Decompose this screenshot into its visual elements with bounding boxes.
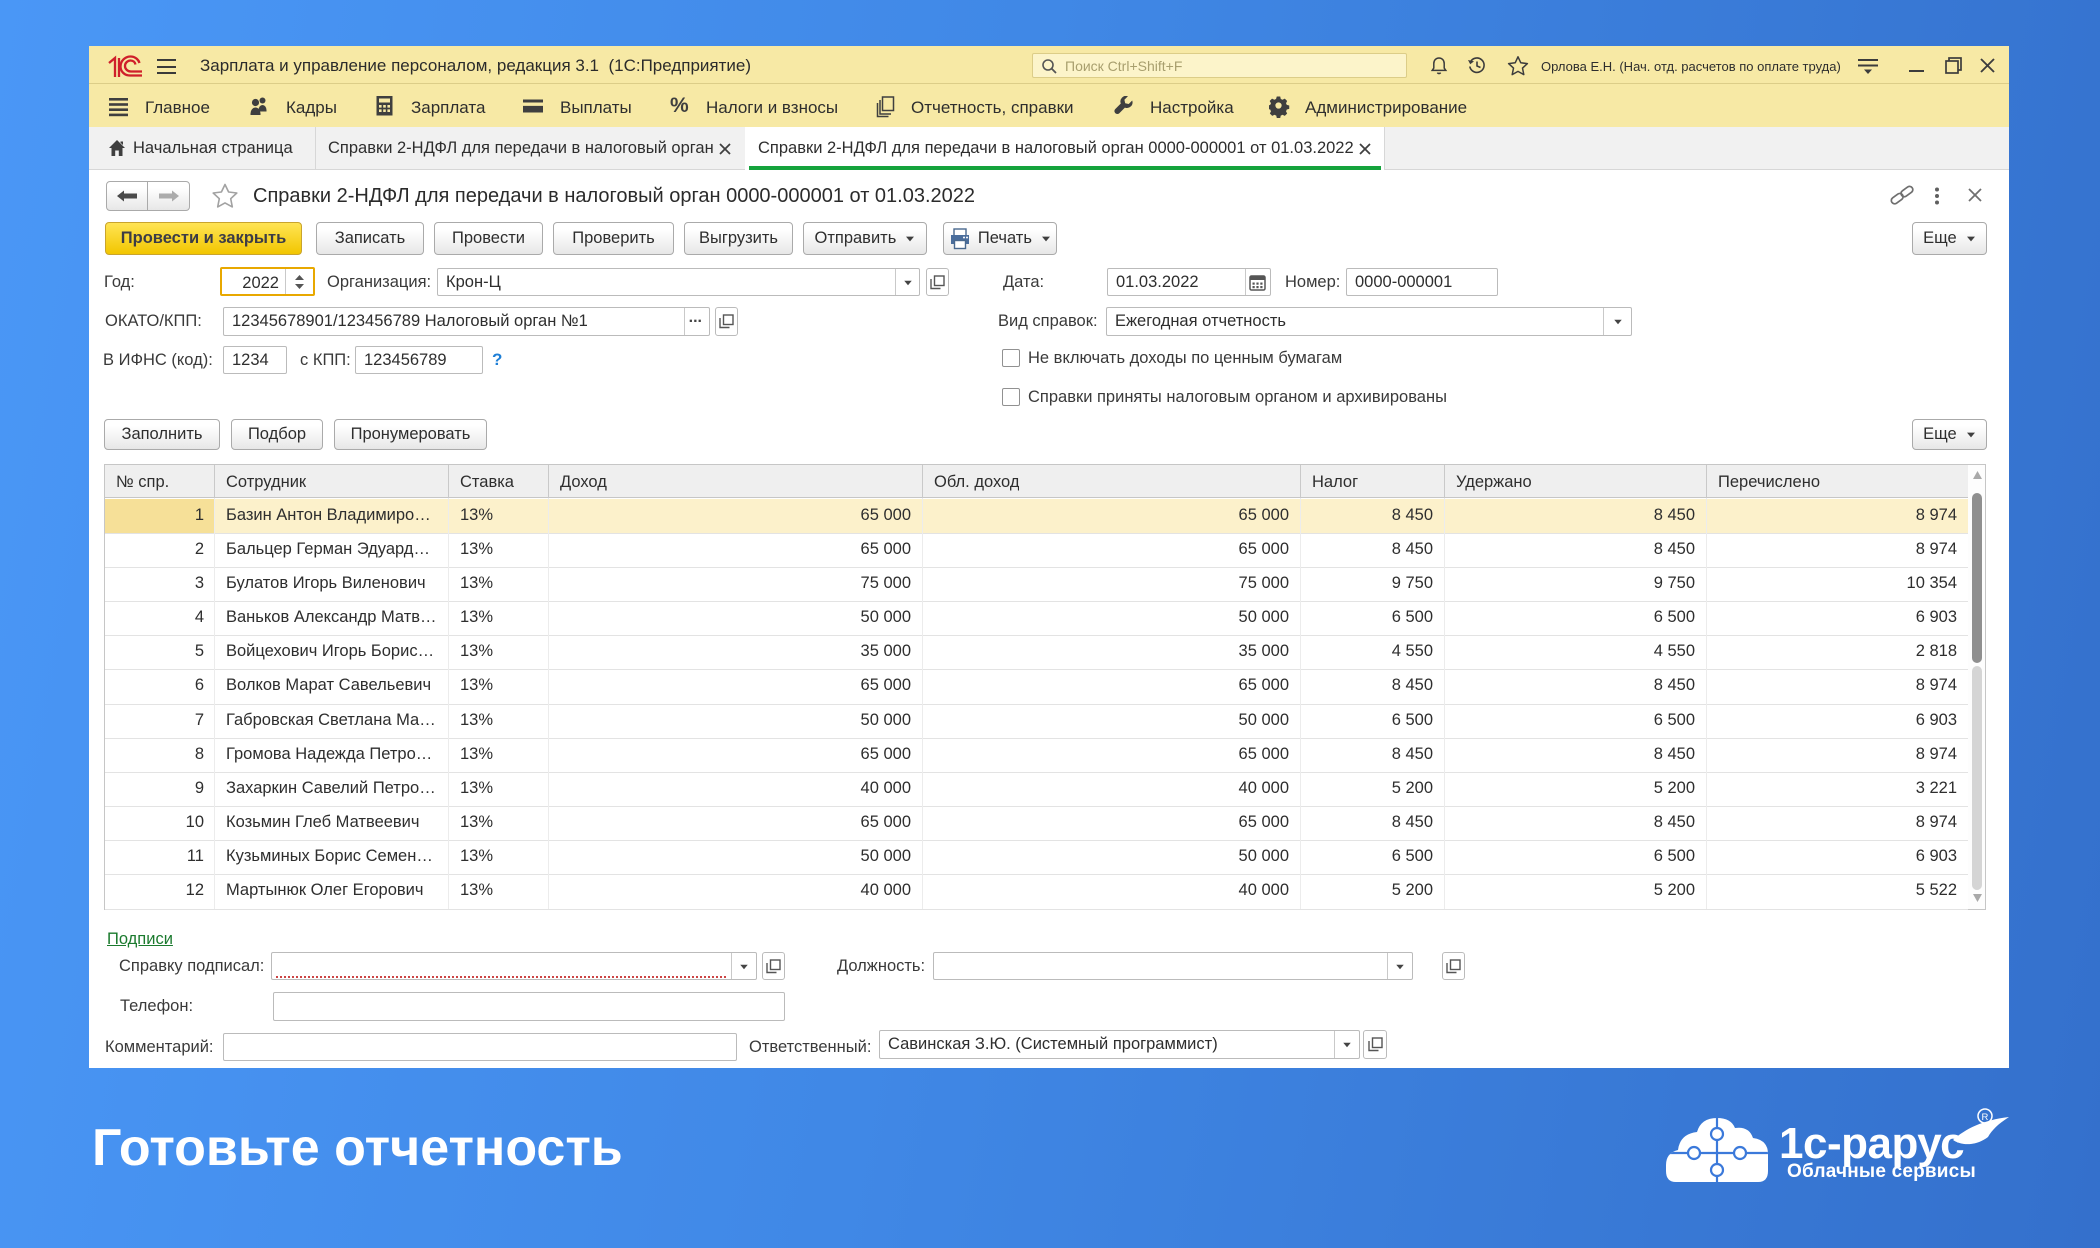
svg-text:Облачные сервисы: Облачные сервисы (1787, 1161, 1976, 1182)
svg-text:%: % (670, 96, 689, 117)
svg-text:R: R (1982, 1112, 1989, 1123)
